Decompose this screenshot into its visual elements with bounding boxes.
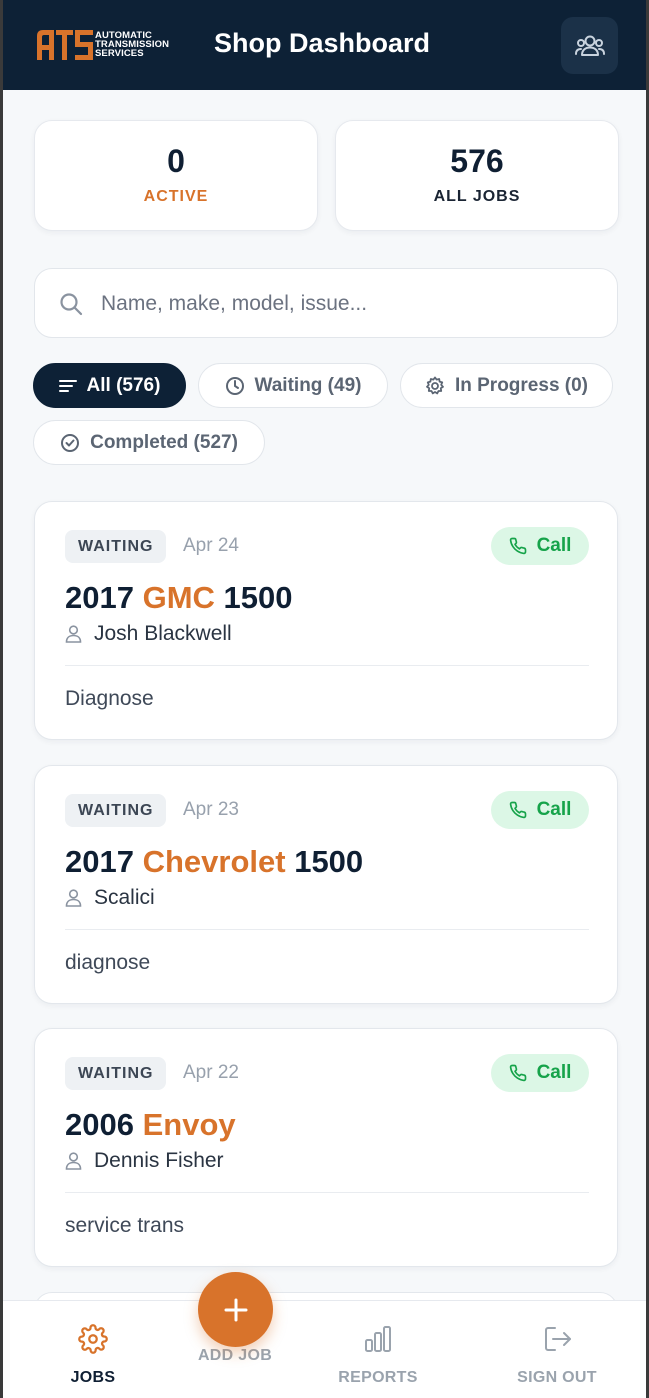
vehicle-title: 2017 Chevrolet 1500 xyxy=(65,844,363,880)
job-issue: service trans xyxy=(65,1214,185,1237)
filter-chip-completed-label: Completed (527) xyxy=(90,431,238,453)
call-button-label: Call xyxy=(536,799,572,820)
vehicle-year: 2017 xyxy=(65,580,134,615)
active-stat-card[interactable]: 0 ACTIVE xyxy=(34,120,318,231)
list-icon xyxy=(58,379,77,392)
nav-jobs-label: JOBS xyxy=(70,1369,116,1386)
job-card[interactable]: WAITING Apr 24 Call 2017 GMC 1500 Josh B… xyxy=(34,501,618,740)
plus-icon xyxy=(224,1298,247,1321)
search-bar xyxy=(34,268,618,338)
ats-logo: AUTOMATIC TRANSMISSION SERVICES xyxy=(37,28,185,62)
bottom-nav: JOBS ADD JOB REPORTS SIGN OUT xyxy=(3,1300,646,1398)
job-date: Apr 22 xyxy=(183,1062,239,1083)
add-job-fab[interactable] xyxy=(198,1272,273,1347)
job-issue: Diagnose xyxy=(65,687,154,710)
ats-logo-mark xyxy=(37,30,93,60)
call-button[interactable]: Call xyxy=(491,1054,589,1092)
active-label: ACTIVE xyxy=(143,188,209,205)
all-jobs-stat-card[interactable]: 576 ALL JOBS xyxy=(335,120,619,231)
status-badge: WAITING xyxy=(65,1057,167,1090)
card-divider xyxy=(65,665,589,666)
gear-icon xyxy=(426,376,444,394)
user-icon xyxy=(65,625,82,643)
call-button[interactable]: Call xyxy=(491,791,589,829)
filter-chip-in-progress[interactable]: In Progress (0) xyxy=(400,363,613,408)
card-divider xyxy=(65,929,589,930)
vehicle-make: Chevrolet xyxy=(142,844,286,879)
status-badge: WAITING xyxy=(65,794,167,827)
nav-reports[interactable]: REPORTS xyxy=(318,1323,438,1387)
users-icon xyxy=(574,35,605,56)
logo-line-3: SERVICES xyxy=(95,48,144,59)
job-issue: diagnose xyxy=(65,951,151,974)
filter-chip-all-label: All (576) xyxy=(86,374,161,396)
app-root: AUTOMATIC TRANSMISSION SERVICES Shop Das… xyxy=(3,0,646,1398)
filter-chip-waiting[interactable]: Waiting (49) xyxy=(198,363,388,408)
nav-sign-out-label: SIGN OUT xyxy=(517,1369,597,1386)
search-icon xyxy=(60,293,83,316)
phone-icon xyxy=(509,801,526,819)
customer-row: Dennis Fisher xyxy=(65,1149,224,1173)
customer-name: Dennis Fisher xyxy=(94,1149,224,1172)
filter-chip-all[interactable]: All (576) xyxy=(33,363,186,408)
top-header: AUTOMATIC TRANSMISSION SERVICES Shop Das… xyxy=(3,0,646,90)
customer-name: Josh Blackwell xyxy=(94,622,232,645)
all-jobs-count: 576 xyxy=(450,143,504,179)
active-count: 0 xyxy=(167,143,185,179)
check-circle-icon xyxy=(61,433,80,452)
phone-icon xyxy=(509,1064,526,1082)
filter-chip-in-progress-label: In Progress (0) xyxy=(454,374,589,396)
customer-name: Scalici xyxy=(94,886,155,909)
vehicle-make: Envoy xyxy=(142,1107,236,1142)
call-button-label: Call xyxy=(536,1062,572,1083)
customer-row: Scalici xyxy=(65,886,155,910)
team-button[interactable] xyxy=(561,17,618,74)
nav-sign-out[interactable]: SIGN OUT xyxy=(497,1323,617,1387)
nav-jobs[interactable]: JOBS xyxy=(33,1323,153,1387)
bar-chart-icon xyxy=(365,1326,391,1352)
filter-chip-completed[interactable]: Completed (527) xyxy=(33,420,265,465)
vehicle-model: 1500 xyxy=(294,844,364,879)
card-divider xyxy=(65,1192,589,1193)
vehicle-title: 2006 Envoy xyxy=(65,1107,236,1143)
job-card[interactable]: WAITING Apr 22 Call 2006 Envoy Dennis Fi… xyxy=(34,1028,618,1267)
nav-add-job[interactable]: ADD JOB xyxy=(175,1347,295,1365)
vehicle-title: 2017 GMC 1500 xyxy=(65,580,293,616)
page-title: Shop Dashboard xyxy=(214,28,431,58)
clock-icon xyxy=(225,376,244,395)
status-badge: WAITING xyxy=(65,530,167,563)
phone-icon xyxy=(509,537,526,555)
sign-out-icon xyxy=(545,1327,571,1351)
user-icon xyxy=(65,1152,82,1170)
gear-icon xyxy=(78,1324,108,1354)
job-date: Apr 23 xyxy=(183,799,239,820)
search-input[interactable] xyxy=(101,285,591,323)
vehicle-model: 1500 xyxy=(223,580,293,615)
call-button[interactable]: Call xyxy=(491,527,589,565)
nav-reports-label: REPORTS xyxy=(338,1369,418,1386)
vehicle-year: 2017 xyxy=(65,844,134,879)
vehicle-make: GMC xyxy=(142,580,215,615)
user-icon xyxy=(65,889,82,907)
ats-logo-text: AUTOMATIC TRANSMISSION SERVICES xyxy=(95,31,169,59)
job-card[interactable]: WAITING Apr 23 Call 2017 Chevrolet 1500 … xyxy=(34,765,618,1004)
job-date: Apr 24 xyxy=(183,535,239,556)
customer-row: Josh Blackwell xyxy=(65,622,232,646)
call-button-label: Call xyxy=(536,535,572,556)
filter-chip-waiting-label: Waiting (49) xyxy=(254,374,362,396)
vehicle-year: 2006 xyxy=(65,1107,134,1142)
all-jobs-label: ALL JOBS xyxy=(433,188,521,205)
nav-add-job-label: ADD JOB xyxy=(197,1347,273,1364)
